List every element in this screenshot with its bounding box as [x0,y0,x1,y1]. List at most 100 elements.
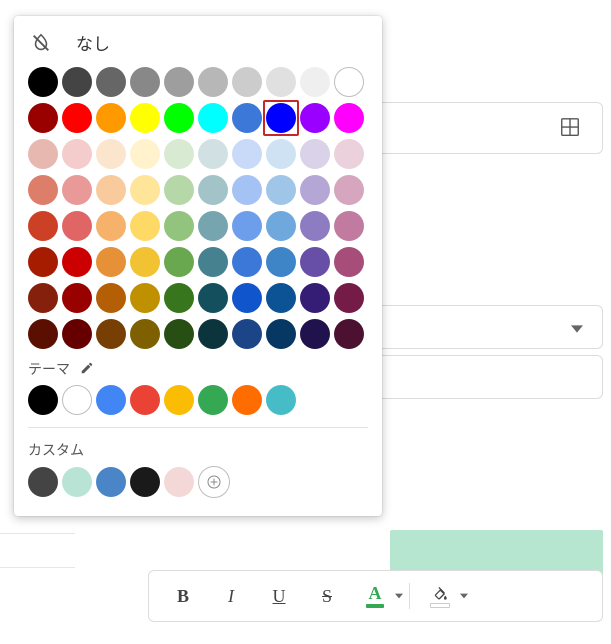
color-swatch[interactable] [334,319,364,349]
pencil-icon[interactable] [80,361,94,378]
color-swatch[interactable] [300,139,330,169]
color-swatch[interactable] [266,319,296,349]
color-swatch[interactable] [266,139,296,169]
text-color-button[interactable]: A [357,578,393,614]
table-icon[interactable] [559,116,581,138]
color-swatch[interactable] [300,67,330,97]
color-swatch[interactable] [198,67,228,97]
color-swatch[interactable] [96,385,126,415]
bold-button[interactable]: B [165,578,201,614]
color-swatch[interactable] [62,103,92,133]
underline-button[interactable]: U [261,578,297,614]
color-swatch[interactable] [96,467,126,497]
color-swatch[interactable] [164,247,194,277]
color-swatch[interactable] [28,175,58,205]
color-swatch[interactable] [334,103,364,133]
color-swatch[interactable] [198,211,228,241]
color-swatch[interactable] [232,175,262,205]
color-swatch[interactable] [62,385,92,415]
color-swatch[interactable] [300,247,330,277]
color-swatch[interactable] [300,175,330,205]
color-swatch[interactable] [164,283,194,313]
color-swatch[interactable] [62,467,92,497]
color-swatch[interactable] [28,319,58,349]
color-swatch[interactable] [96,103,126,133]
color-swatch[interactable] [164,139,194,169]
color-swatch[interactable] [130,247,160,277]
color-swatch[interactable] [232,385,262,415]
color-swatch[interactable] [62,211,92,241]
color-swatch[interactable] [164,103,194,133]
color-swatch[interactable] [232,211,262,241]
color-swatch[interactable] [266,103,296,133]
color-swatch[interactable] [266,247,296,277]
chevron-down-icon[interactable] [460,587,468,605]
color-swatch[interactable] [232,283,262,313]
color-swatch[interactable] [232,247,262,277]
color-swatch[interactable] [130,319,160,349]
color-swatch[interactable] [198,103,228,133]
color-swatch[interactable] [130,175,160,205]
color-swatch[interactable] [96,319,126,349]
color-swatch[interactable] [164,175,194,205]
color-swatch[interactable] [28,467,58,497]
color-swatch[interactable] [164,211,194,241]
color-swatch[interactable] [334,175,364,205]
color-swatch[interactable] [266,385,296,415]
add-custom-color-button[interactable] [198,466,230,498]
color-swatch[interactable] [96,283,126,313]
color-swatch[interactable] [130,467,160,497]
color-swatch[interactable] [130,103,160,133]
color-swatch[interactable] [28,103,58,133]
color-swatch[interactable] [62,67,92,97]
color-swatch[interactable] [130,211,160,241]
color-swatch[interactable] [232,319,262,349]
color-swatch[interactable] [96,247,126,277]
color-swatch[interactable] [266,175,296,205]
color-swatch[interactable] [62,319,92,349]
color-swatch[interactable] [164,67,194,97]
color-swatch[interactable] [266,67,296,97]
color-swatch[interactable] [198,247,228,277]
color-swatch[interactable] [28,283,58,313]
color-swatch[interactable] [198,283,228,313]
color-swatch[interactable] [28,211,58,241]
color-swatch[interactable] [28,247,58,277]
color-swatch[interactable] [266,283,296,313]
color-swatch[interactable] [164,319,194,349]
color-swatch[interactable] [232,103,262,133]
color-swatch[interactable] [198,385,228,415]
color-swatch[interactable] [334,139,364,169]
color-swatch[interactable] [164,467,194,497]
color-swatch[interactable] [266,211,296,241]
color-swatch[interactable] [198,139,228,169]
color-swatch[interactable] [28,385,58,415]
color-swatch[interactable] [96,139,126,169]
color-swatch[interactable] [130,139,160,169]
color-swatch[interactable] [62,247,92,277]
color-swatch[interactable] [300,319,330,349]
color-swatch[interactable] [62,139,92,169]
color-swatch[interactable] [334,211,364,241]
color-swatch[interactable] [62,283,92,313]
color-swatch[interactable] [62,175,92,205]
color-swatch[interactable] [300,283,330,313]
color-swatch[interactable] [300,211,330,241]
color-swatch[interactable] [232,139,262,169]
color-swatch[interactable] [28,139,58,169]
no-color-option[interactable]: なし [28,26,368,65]
chevron-down-icon[interactable] [395,587,403,605]
color-swatch[interactable] [130,67,160,97]
strikethrough-button[interactable]: S [309,578,345,614]
color-swatch[interactable] [96,67,126,97]
color-swatch[interactable] [334,247,364,277]
color-swatch[interactable] [28,67,58,97]
color-swatch[interactable] [198,319,228,349]
color-swatch[interactable] [164,385,194,415]
color-swatch[interactable] [130,385,160,415]
color-swatch[interactable] [96,211,126,241]
color-swatch[interactable] [300,103,330,133]
color-swatch[interactable] [232,67,262,97]
fill-color-button[interactable] [422,578,458,614]
color-swatch[interactable] [96,175,126,205]
